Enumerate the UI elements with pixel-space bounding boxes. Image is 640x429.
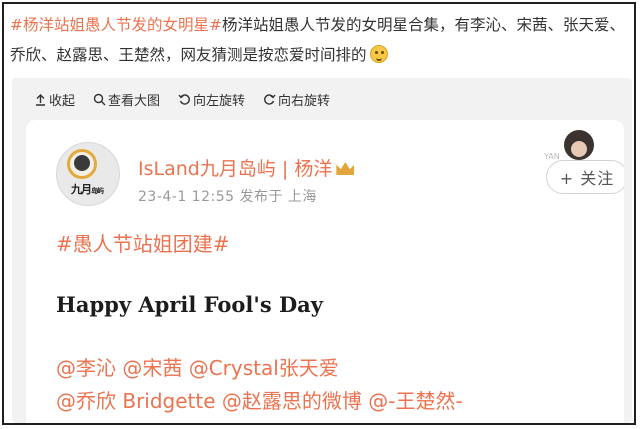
headline: Happy April Fool's Day	[56, 292, 323, 317]
rotate-right-icon	[264, 93, 276, 105]
view-large-label: 查看大图	[108, 93, 161, 109]
account-name-text: IsLand九月岛屿 | 杨洋	[138, 158, 333, 180]
follow-button[interactable]: + 关注	[546, 160, 624, 194]
mentions-line-1[interactable]: @李沁 @宋茜 @Crystal张天爱	[56, 352, 463, 385]
account-name[interactable]: IsLand九月岛屿 | 杨洋	[138, 154, 355, 181]
smile-emoji-icon	[369, 45, 388, 63]
post-meta: 23-4-1 12:55 发布于 上海	[138, 189, 317, 205]
view-large-button[interactable]: 查看大图	[93, 90, 160, 109]
avatar-brand: 九月岛屿	[71, 183, 104, 196]
mentions-line-2[interactable]: @乔欣 Bridgette @赵露思的微博 @-王楚然-	[56, 385, 463, 418]
crown-icon	[336, 162, 355, 175]
avatar-figure	[74, 155, 90, 171]
rotate-right-button[interactable]: 向右旋转	[263, 90, 330, 109]
rotate-right-label: 向右旋转	[278, 93, 331, 109]
post-text: #杨洋站姐愚人节发的女明星#杨洋站姐愚人节发的女明星合集，有李沁、宋茜、张天爱、…	[10, 10, 630, 70]
search-icon	[93, 93, 106, 105]
mentions: @李沁 @宋茜 @Crystal张天爱 @乔欣 Bridgette @赵露思的微…	[56, 352, 463, 418]
rotate-left-label: 向左旋转	[193, 93, 246, 109]
rotate-left-button[interactable]: 向左旋转	[178, 90, 245, 109]
topic-link[interactable]: #杨洋站姐愚人节发的女明星#	[10, 16, 222, 34]
peek-avatar	[564, 130, 594, 160]
avatar[interactable]: 九月岛屿	[56, 142, 120, 206]
collapse-label: 收起	[49, 93, 76, 109]
collapse-icon	[36, 93, 45, 106]
rotate-left-icon	[178, 93, 190, 105]
post-image[interactable]: 九月岛屿 IsLand九月岛屿 | 杨洋 23-4-1 12:55 发布于 上海…	[26, 120, 624, 423]
image-viewer: 收起 查看大图 向左旋转 向右旋转 九月岛屿 IsLand九月岛屿 | 杨洋 2…	[12, 78, 632, 423]
screenshot-frame: #杨洋站姐愚人节发的女明星#杨洋站姐愚人节发的女明星合集，有李沁、宋茜、张天爱、…	[2, 2, 636, 425]
collapse-button[interactable]: 收起	[34, 90, 75, 109]
image-toolbar: 收起 查看大图 向左旋转 向右旋转	[34, 88, 330, 110]
hashtag-link[interactable]: #愚人节站姐团建#	[56, 228, 230, 257]
peek-text: YAN	[544, 152, 560, 161]
